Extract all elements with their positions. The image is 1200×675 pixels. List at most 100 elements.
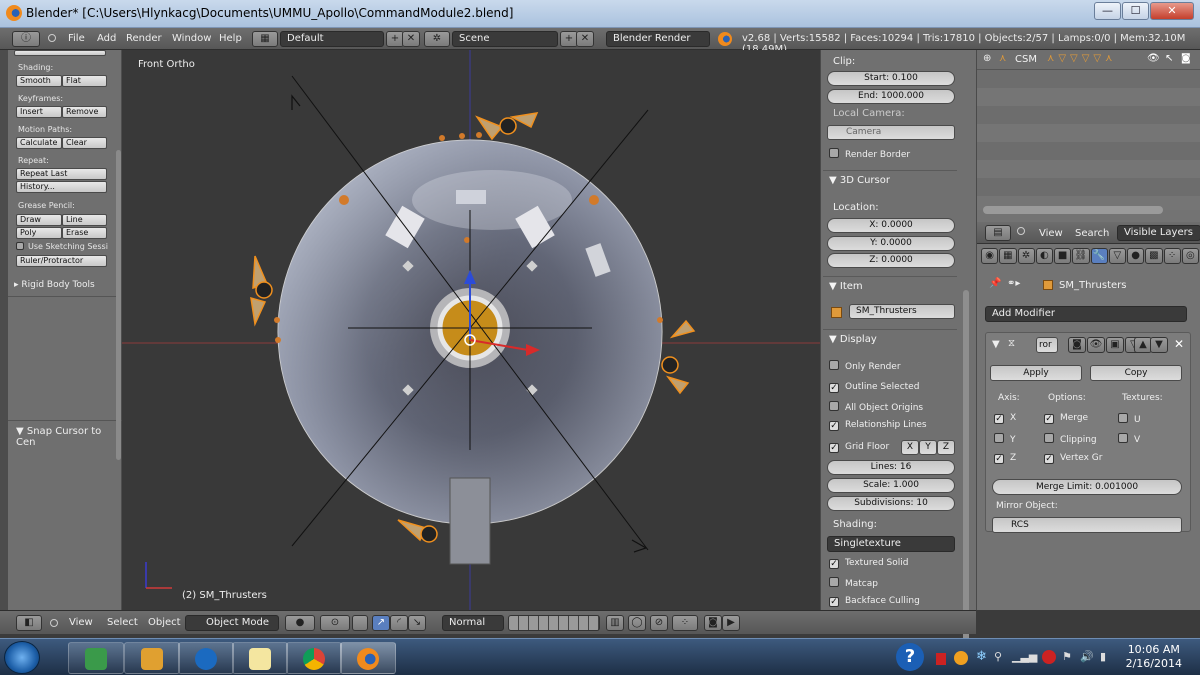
render-layers-tab-icon[interactable]: ▦ [999, 248, 1017, 264]
smooth-button[interactable]: Smooth [16, 75, 62, 87]
remove-modifier-icon[interactable]: ✕ [1174, 337, 1184, 351]
constraints-tab-icon[interactable]: ⛓ [1072, 248, 1090, 264]
select-arrow-icon[interactable]: ↖ [1165, 53, 1173, 64]
network-icon[interactable]: ⚲ [994, 650, 1002, 663]
grid-axis-y-toggle[interactable]: Y [919, 440, 937, 455]
axis-x-checkbox[interactable]: ✓ X [994, 413, 1016, 424]
modifiers-tab-icon[interactable]: 🔧 [1090, 248, 1108, 264]
mirror-object-field[interactable]: RCS [992, 517, 1182, 533]
menu-add[interactable]: Add [97, 33, 116, 44]
editor-type-info-icon[interactable]: ⓘ [12, 31, 40, 47]
vertex-groups-checkbox[interactable]: ✓ Vertex Gr [1044, 453, 1102, 464]
texture-tab-icon[interactable]: ▩ [1145, 248, 1163, 264]
render-animation-icon[interactable]: ▶ [722, 615, 740, 631]
taskbar-app-explorer[interactable] [124, 642, 180, 674]
axis-y-checkbox[interactable]: Y [994, 433, 1016, 445]
menu-help[interactable]: Help [219, 33, 242, 44]
world-tab-icon[interactable]: ◐ [1035, 248, 1053, 264]
header-collapse-icon[interactable] [50, 619, 58, 627]
menu-select[interactable]: Select [107, 617, 138, 628]
viewport-shading-icon[interactable]: ● [285, 615, 315, 631]
3d-cursor-panel-header[interactable]: ▼ 3D Cursor [823, 170, 957, 190]
visible-layers-field[interactable]: Visible Layers [1117, 225, 1200, 241]
cursor-y-field[interactable]: Y: 0.0000 [827, 236, 955, 251]
maximize-button[interactable]: ☐ [1122, 2, 1149, 20]
use-sketching-checkbox[interactable]: Use Sketching Sessi [16, 242, 108, 251]
menu-view[interactable]: View [1039, 228, 1063, 239]
clip-start-field[interactable]: Start: 0.100 [827, 71, 955, 86]
move-down-icon[interactable]: ▼ [1150, 337, 1168, 353]
grid-lines-field[interactable]: Lines: 16 [827, 460, 955, 475]
history-button[interactable]: History... [16, 181, 107, 193]
menu-search[interactable]: Search [1075, 228, 1109, 239]
add-modifier-select[interactable]: Add Modifier [985, 306, 1187, 322]
material-tab-icon[interactable]: ● [1127, 248, 1145, 264]
taskbar-app-chrome[interactable] [286, 642, 342, 674]
repeat-last-button[interactable]: Repeat Last [16, 168, 107, 180]
taskbar-app-hp[interactable] [178, 642, 234, 674]
screen-layout-field[interactable]: Default [280, 31, 384, 47]
tray-update-icon[interactable] [954, 651, 968, 665]
expand-icon[interactable]: ⊕ [983, 53, 991, 64]
pivot-point-icon[interactable]: ⊙ [320, 615, 350, 631]
object-tab-icon[interactable]: ■ [1054, 248, 1072, 264]
toolshelf-scrollbar[interactable] [116, 150, 121, 460]
interaction-mode-select[interactable]: Object Mode [185, 615, 279, 631]
editmode-toggle-icon[interactable]: ▣ [1106, 337, 1124, 353]
manipulator-toggle-icon[interactable] [352, 615, 368, 631]
grid-axis-x-toggle[interactable]: X [901, 440, 919, 455]
header-collapse-icon[interactable] [1017, 227, 1025, 235]
join-button[interactable] [14, 50, 106, 56]
particles-tab-icon[interactable]: ⁘ [1163, 248, 1181, 264]
signal-icon[interactable]: ▁▃▅ [1012, 650, 1037, 663]
shading-mode-select[interactable]: Singletexture [827, 536, 955, 552]
outliner-hscrollbar[interactable] [983, 206, 1163, 214]
visibility-icon[interactable]: 👁 [1147, 53, 1160, 64]
menu-window[interactable]: Window [172, 33, 211, 44]
editor-type-3dview-icon[interactable]: ◧ [16, 615, 42, 631]
menu-file[interactable]: File [68, 33, 85, 44]
rigid-body-tools-panel[interactable]: ▸ Rigid Body Tools [14, 280, 120, 290]
apply-button[interactable]: Apply [990, 365, 1082, 381]
cursor-z-field[interactable]: Z: 0.0000 [827, 253, 955, 268]
action-center-flag-icon[interactable]: ⚑ [1062, 650, 1072, 663]
taskbar-app-paint[interactable] [232, 642, 288, 674]
render-camera-icon[interactable]: ◙ [1181, 53, 1191, 64]
texture-u-checkbox[interactable]: U [1118, 413, 1141, 425]
start-button[interactable] [4, 641, 40, 674]
delete-layout-icon[interactable]: ✕ [402, 31, 420, 47]
local-camera-field[interactable]: Camera [827, 125, 955, 140]
editor-type-properties-icon[interactable]: ▤ [985, 225, 1011, 241]
texture-v-checkbox[interactable]: V [1118, 433, 1140, 445]
snap-cursor-panel[interactable]: ▼ Snap Cursor to Cen [16, 426, 122, 448]
clock[interactable]: 10:06 AM 2/16/2014 [1126, 643, 1182, 671]
outliner-item-name[interactable]: CSM [1015, 54, 1037, 65]
menu-view[interactable]: View [69, 617, 93, 628]
layer-buttons[interactable] [508, 615, 600, 631]
render-opengl-icon[interactable]: ◙ [704, 615, 722, 631]
screen-layout-icon[interactable]: ▦ [252, 31, 278, 47]
render-engine-select[interactable]: Blender Render [606, 31, 710, 47]
viewport-toggle-icon[interactable]: 👁 [1087, 337, 1105, 353]
item-name-field[interactable]: SM_Thrusters [849, 304, 955, 319]
minimize-button[interactable]: — [1094, 2, 1121, 20]
tray-app-icon[interactable] [936, 653, 946, 665]
textured-solid-checkbox[interactable]: ✓ Textured Solid [829, 558, 908, 569]
poly-button[interactable]: Poly [16, 227, 62, 239]
snap-element-icon[interactable]: ⁘ [672, 615, 698, 631]
proportional-edit-icon[interactable]: ◯ [628, 615, 646, 631]
line-button[interactable]: Line [62, 214, 107, 226]
npanel-scrollbar[interactable] [963, 290, 969, 650]
scene-tab-icon[interactable]: ✲ [1017, 248, 1035, 264]
render-border-checkbox[interactable]: Render Border [829, 148, 910, 160]
clipping-checkbox[interactable]: Clipping [1044, 433, 1097, 445]
backface-culling-checkbox[interactable]: ✓ Backface Culling [829, 596, 920, 607]
only-render-checkbox[interactable]: Only Render [829, 360, 901, 372]
rotate-manipulator-icon[interactable]: ◜ [390, 615, 408, 631]
taskbar-app-monitor[interactable] [68, 642, 124, 674]
outline-selected-checkbox[interactable]: ✓ Outline Selected [829, 382, 919, 393]
item-panel-header[interactable]: ▼ Item [823, 276, 957, 296]
modifier-name-field[interactable]: ror [1036, 337, 1058, 353]
clear-button[interactable]: Clear [62, 137, 107, 149]
scene-field[interactable]: Scene [452, 31, 558, 47]
